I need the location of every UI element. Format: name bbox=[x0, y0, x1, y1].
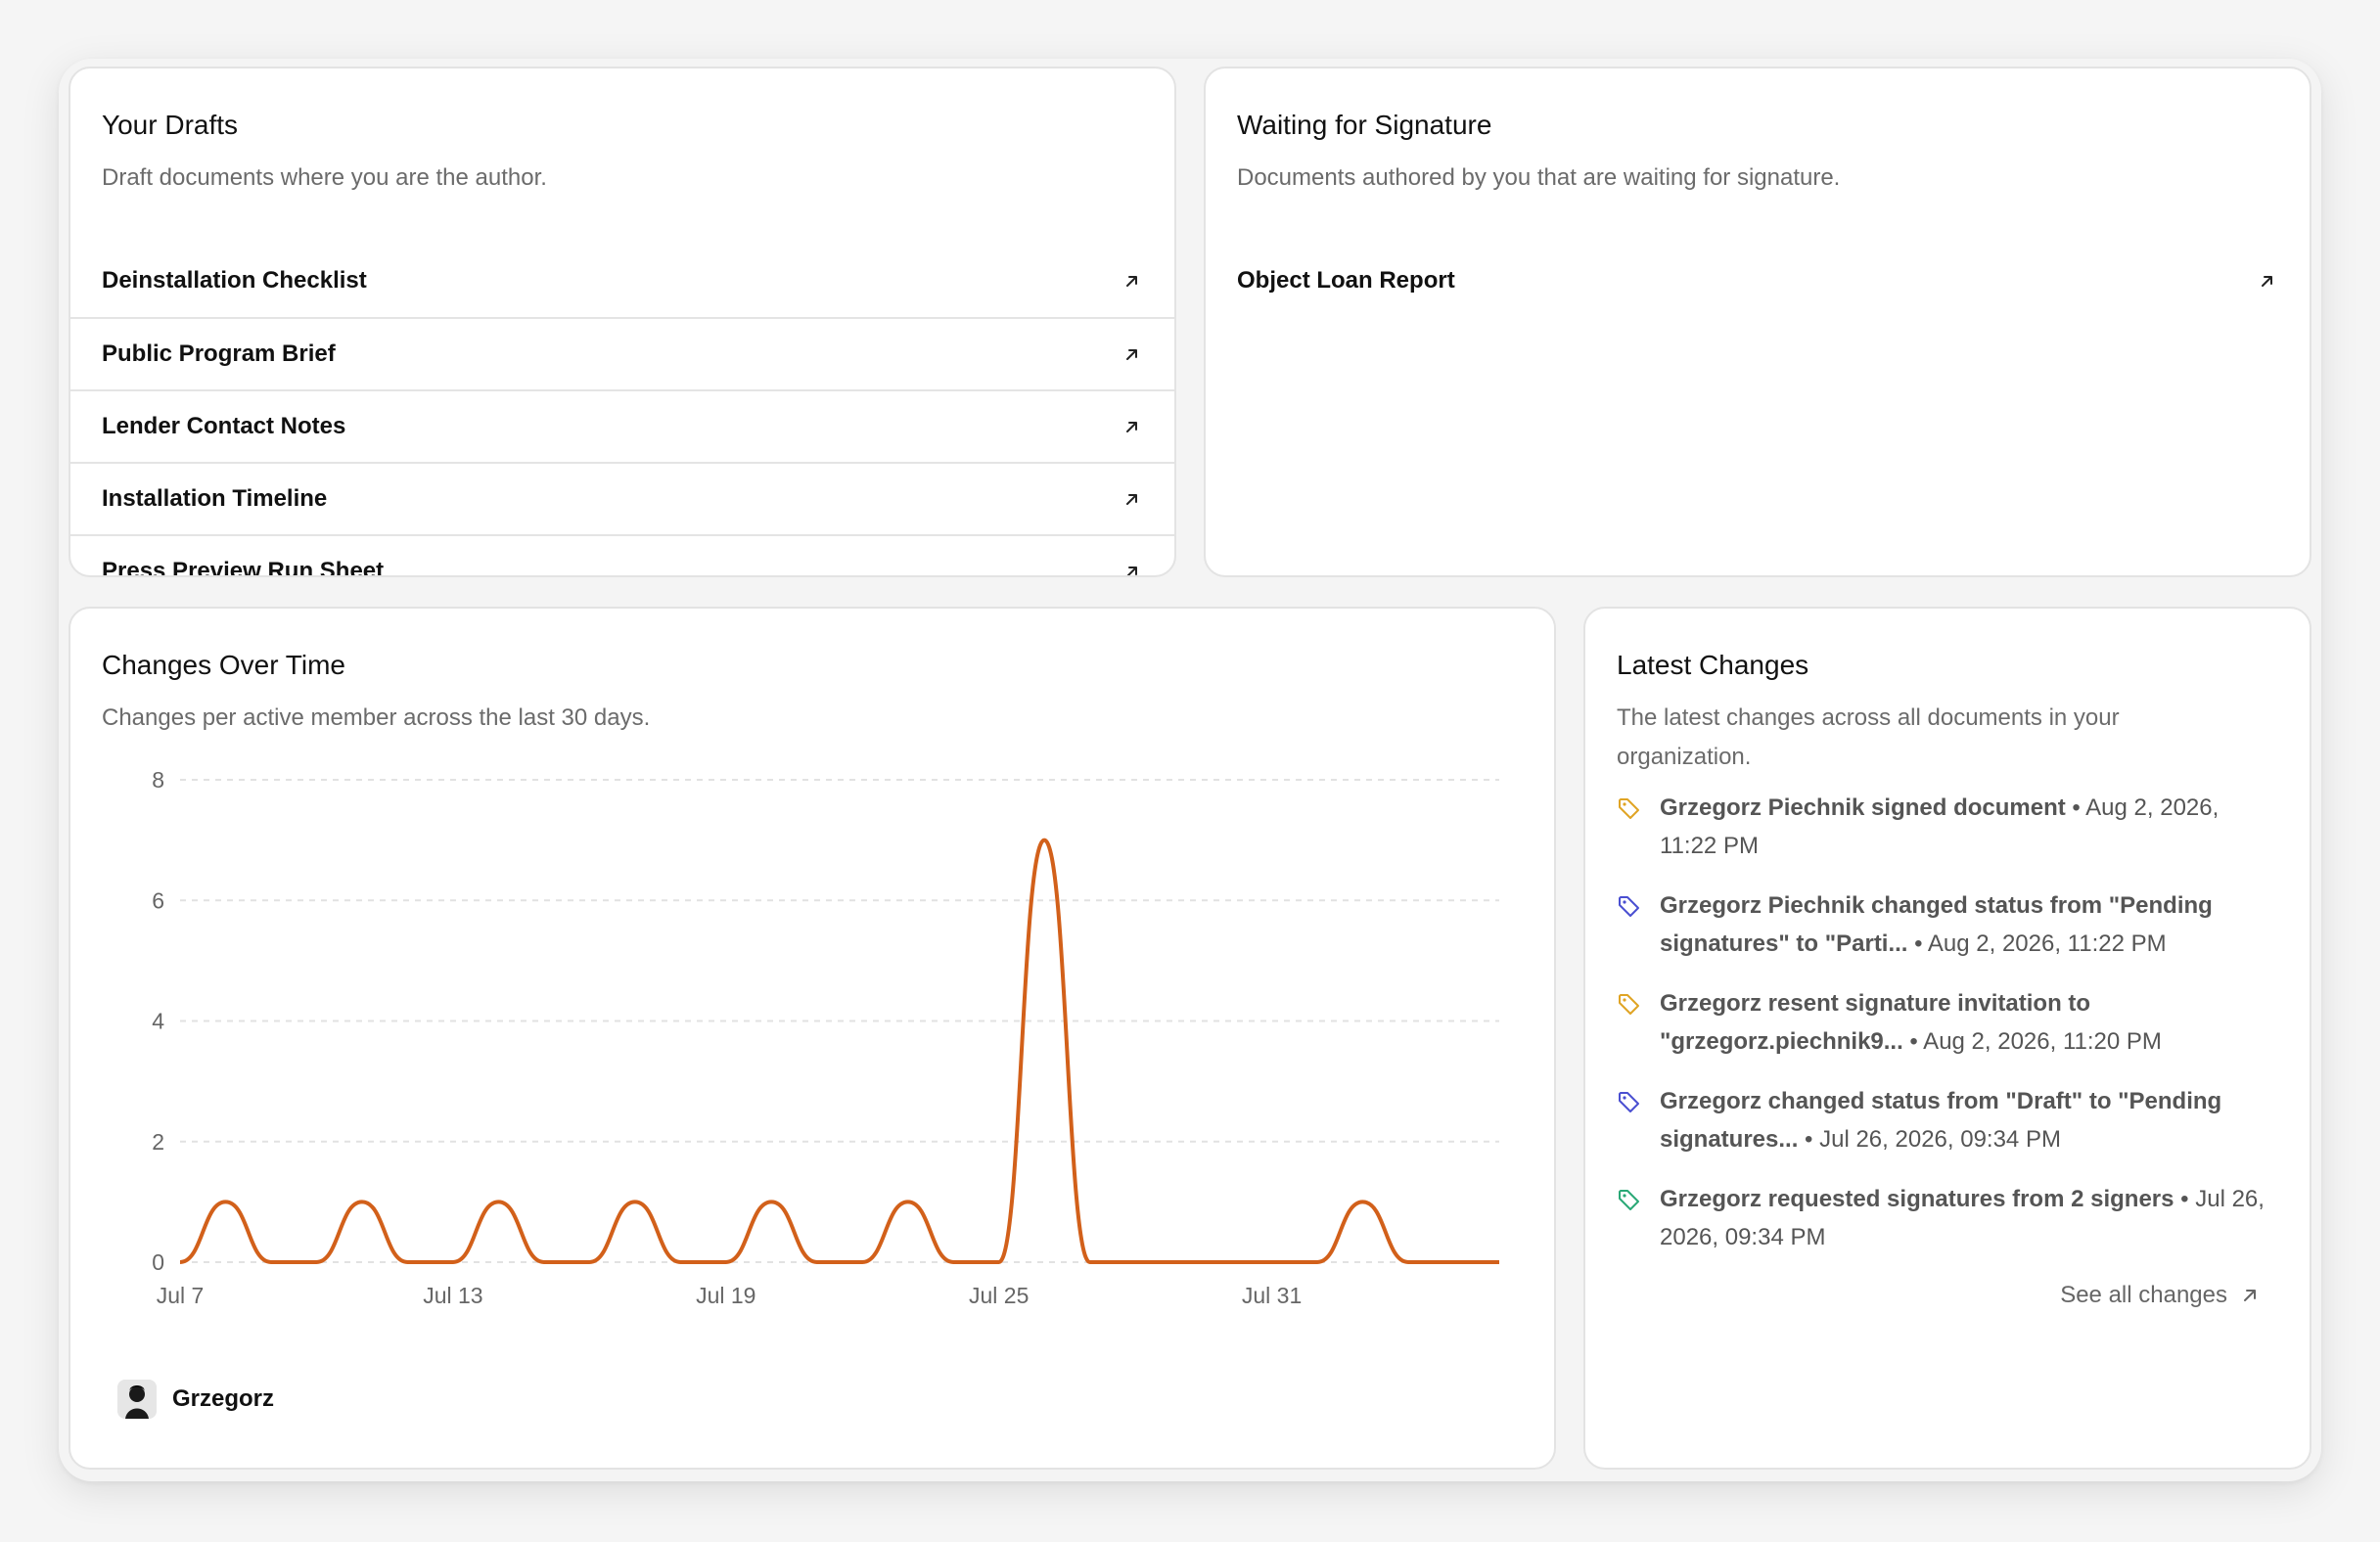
change-description-cont: "grzegorz.piechnik9... bbox=[1660, 1028, 1903, 1055]
changes-list: Grzegorz Piechnik signed document • Aug … bbox=[1617, 789, 2280, 1278]
chart-legend[interactable]: Grzegorz bbox=[117, 1380, 274, 1419]
y-tick-label: 4 bbox=[152, 1009, 164, 1034]
drafts-card: Your Drafts Draft documents where you ar… bbox=[69, 67, 1176, 577]
drafts-title: Your Drafts bbox=[102, 110, 239, 140]
x-tick-label: Jul 25 bbox=[969, 1283, 1029, 1308]
draft-item[interactable]: Installation Timeline bbox=[70, 462, 1174, 534]
change-item: Grzegorz Piechnik signed document • Aug … bbox=[1617, 789, 2280, 865]
latest-subtitle: The latest changes across all documents … bbox=[1617, 699, 2120, 777]
change-item: Grzegorz resent signature invitation to "… bbox=[1617, 984, 2280, 1061]
change-text: Grzegorz resent signature invitation to "… bbox=[1660, 984, 2162, 1061]
tag-icon bbox=[1619, 1092, 1639, 1112]
draft-item-label: Lender Contact Notes bbox=[102, 413, 346, 439]
waiting-card: Waiting for Signature Documents authored… bbox=[1204, 67, 2311, 577]
change-text: Grzegorz Piechnik signed document • Aug … bbox=[1660, 789, 2219, 865]
arrow-up-right-icon bbox=[1126, 422, 1137, 432]
tag-icon bbox=[1619, 798, 1639, 819]
tag-icon bbox=[1619, 1190, 1639, 1210]
x-tick-label: Jul 13 bbox=[423, 1283, 482, 1308]
arrow-up-right-icon bbox=[2262, 276, 2272, 287]
see-all-label: See all changes bbox=[2060, 1282, 2227, 1308]
user-avatar-icon bbox=[117, 1380, 157, 1419]
arrow-up-right-icon bbox=[1126, 567, 1137, 575]
arrow-up-right-icon bbox=[1126, 494, 1137, 505]
waiting-item[interactable]: Object Loan Report bbox=[1206, 245, 2310, 317]
draft-item-label: Press Preview Run Sheet bbox=[102, 558, 385, 577]
waiting-item-label: Object Loan Report bbox=[1237, 267, 1455, 294]
latest-subtitle-line1: The latest changes across all documents … bbox=[1617, 704, 2120, 731]
change-timestamp: • Aug 2, 2026, 11:22 PM bbox=[1907, 930, 2167, 957]
change-item: Grzegorz Piechnik changed status from "P… bbox=[1617, 886, 2280, 963]
arrow-up-right-icon bbox=[1126, 276, 1137, 287]
latest-title: Latest Changes bbox=[1617, 650, 1809, 680]
drafts-subtitle: Draft documents where you are the author… bbox=[102, 164, 547, 191]
change-description: Grzegorz resent signature invitation to bbox=[1660, 990, 2091, 1017]
y-tick-label: 8 bbox=[152, 767, 164, 793]
change-description: Grzegorz Piechnik signed document bbox=[1660, 794, 2066, 821]
draft-item[interactable]: Deinstallation Checklist bbox=[70, 245, 1174, 317]
draft-item[interactable]: Press Preview Run Sheet bbox=[70, 534, 1174, 577]
latest-subtitle-line2: organization. bbox=[1617, 744, 1752, 770]
change-timestamp-cont: 2026, 09:34 PM bbox=[1660, 1224, 1826, 1250]
draft-item[interactable]: Public Program Brief bbox=[70, 317, 1174, 389]
draft-item[interactable]: Lender Contact Notes bbox=[70, 389, 1174, 462]
tag-icon bbox=[1619, 994, 1639, 1015]
changes-over-time-card: Changes Over Time Changes per active mem… bbox=[69, 607, 1556, 1470]
latest-changes-card: Latest Changes The latest changes across… bbox=[1583, 607, 2311, 1470]
y-tick-label: 6 bbox=[152, 887, 164, 913]
x-tick-label: Jul 7 bbox=[157, 1283, 205, 1308]
arrow-up-right-icon bbox=[1126, 349, 1137, 360]
x-tick-label: Jul 31 bbox=[1242, 1283, 1302, 1308]
change-description: Grzegorz changed status from "Draft" to … bbox=[1660, 1088, 2222, 1114]
waiting-title: Waiting for Signature bbox=[1237, 110, 1492, 140]
draft-item-label: Public Program Brief bbox=[102, 340, 336, 367]
draft-item-label: Installation Timeline bbox=[102, 485, 328, 512]
draft-item-label: Deinstallation Checklist bbox=[102, 267, 367, 294]
change-timestamp: • Aug 2, 2026, bbox=[2065, 794, 2220, 821]
change-description: Grzegorz requested signatures from 2 sig… bbox=[1660, 1186, 2174, 1212]
x-tick-label: Jul 19 bbox=[696, 1283, 755, 1308]
change-description: Grzegorz Piechnik changed status from "P… bbox=[1660, 892, 2213, 919]
avatar bbox=[117, 1380, 157, 1419]
series-line bbox=[179, 838, 1499, 1264]
change-text: Grzegorz requested signatures from 2 sig… bbox=[1660, 1180, 2265, 1256]
waiting-subtitle: Documents authored by you that are waiti… bbox=[1237, 164, 1841, 191]
change-text: Grzegorz changed status from "Draft" to … bbox=[1660, 1082, 2221, 1158]
change-item: Grzegorz requested signatures from 2 sig… bbox=[1617, 1180, 2280, 1256]
change-text: Grzegorz Piechnik changed status from "P… bbox=[1660, 886, 2213, 963]
change-description-cont: signatures... bbox=[1660, 1126, 1799, 1153]
change-timestamp: • Aug 2, 2026, 11:20 PM bbox=[1902, 1028, 2162, 1055]
tag-icon bbox=[1619, 896, 1639, 917]
changes-chart: 0 2 4 6 8 Jul 7 Jul 13 Jul 19 Jul 25 Jul 31 bbox=[152, 767, 1499, 1308]
change-timestamp: • Jul 26, 2026, 09:34 PM bbox=[1798, 1126, 2061, 1153]
change-item: Grzegorz changed status from "Draft" to … bbox=[1617, 1082, 2280, 1158]
legend-label: Grzegorz bbox=[172, 1385, 275, 1412]
y-tick-label: 0 bbox=[152, 1249, 164, 1275]
arrow-up-right-icon bbox=[2244, 1290, 2256, 1301]
waiting-list: Object Loan Report bbox=[1206, 267, 2310, 317]
drafts-list: Deinstallation Checklist Public Program B… bbox=[70, 267, 1174, 577]
change-timestamp-cont: 11:22 PM bbox=[1660, 833, 1759, 859]
change-timestamp: • Jul 26, bbox=[2174, 1186, 2265, 1212]
y-tick-label: 2 bbox=[152, 1129, 164, 1155]
see-all-changes-link[interactable]: See all changes bbox=[2060, 1282, 2259, 1309]
change-description-cont: signatures" to "Parti... bbox=[1660, 930, 1908, 957]
